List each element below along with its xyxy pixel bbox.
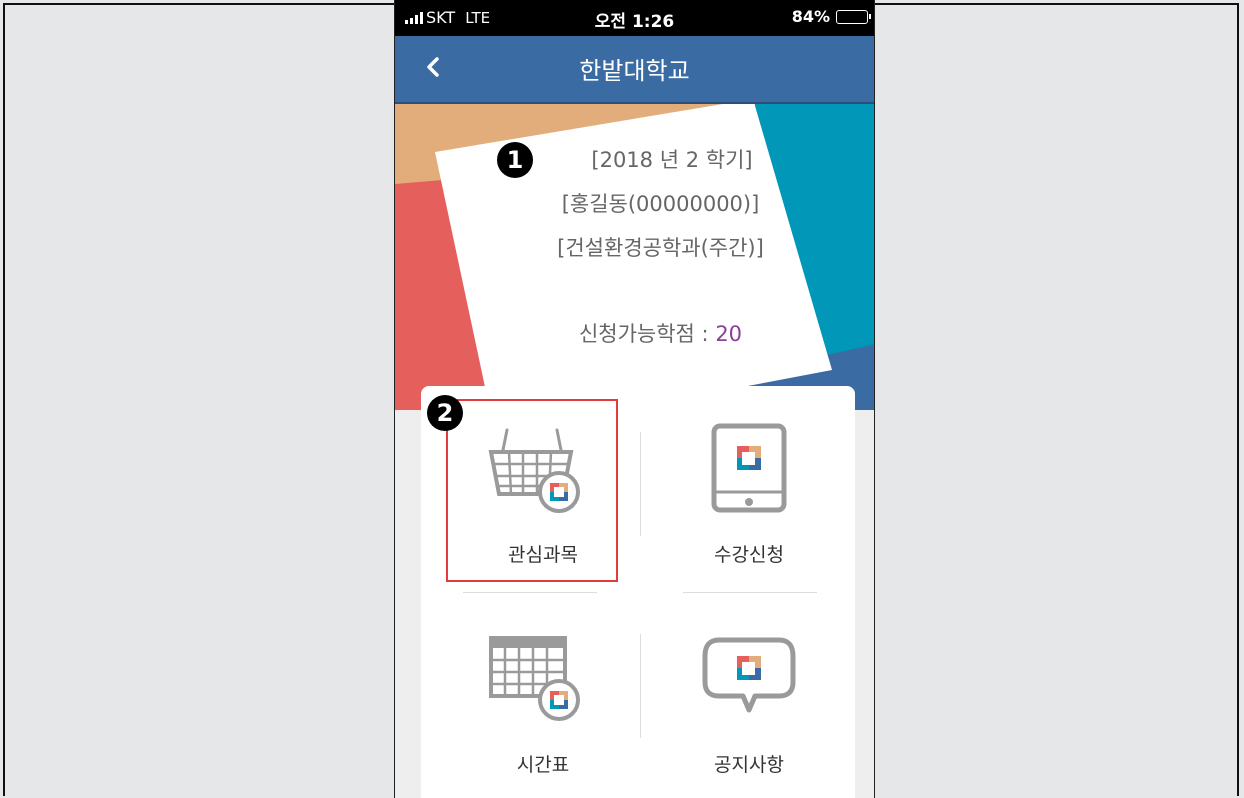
student-info-banner: 1 [2018 년 2 학기] [홍길동(00000000)] [건설환경공학과…	[395, 104, 874, 410]
available-credits: 신청가능학점 : 20	[447, 318, 874, 348]
menu-course-registration[interactable]: 수강신청	[649, 400, 849, 590]
menu-label: 수강신청	[714, 544, 784, 566]
divider	[640, 432, 641, 536]
menu-label: 공지사항	[714, 754, 784, 776]
department-text: [건설환경공학과(주간)]	[557, 236, 764, 260]
menu-notices[interactable]: 공지사항	[649, 606, 849, 796]
battery-status: 84%	[791, 7, 871, 26]
step-marker-2: 2	[427, 395, 463, 431]
battery-percent: 84%	[791, 7, 830, 26]
menu-timetable[interactable]: 시간표	[443, 606, 643, 796]
semester-text: [2018 년 2 학기]	[591, 148, 753, 172]
divider	[683, 592, 817, 593]
menu-label: 시간표	[516, 754, 570, 776]
student-name-id: [홍길동(00000000)]	[561, 192, 760, 216]
page-title: 한밭대학교	[579, 57, 690, 85]
credits-label: 신청가능학점 :	[578, 322, 716, 346]
speech-bubble-icon	[702, 637, 796, 713]
credits-value: 20	[715, 322, 743, 346]
status-bar: SKT LTE 오전 1:26 84%	[395, 0, 874, 36]
divider	[463, 592, 597, 593]
divider	[640, 634, 641, 738]
highlight-box	[446, 399, 618, 582]
calendar-grid-icon	[489, 636, 580, 721]
battery-icon	[836, 9, 871, 24]
phone-screen: SKT LTE 오전 1:26 84% 한밭대학교 1 [2018 년 2 학기…	[394, 0, 875, 798]
tablet-icon	[711, 423, 787, 513]
app-bar: 한밭대학교	[395, 36, 874, 104]
